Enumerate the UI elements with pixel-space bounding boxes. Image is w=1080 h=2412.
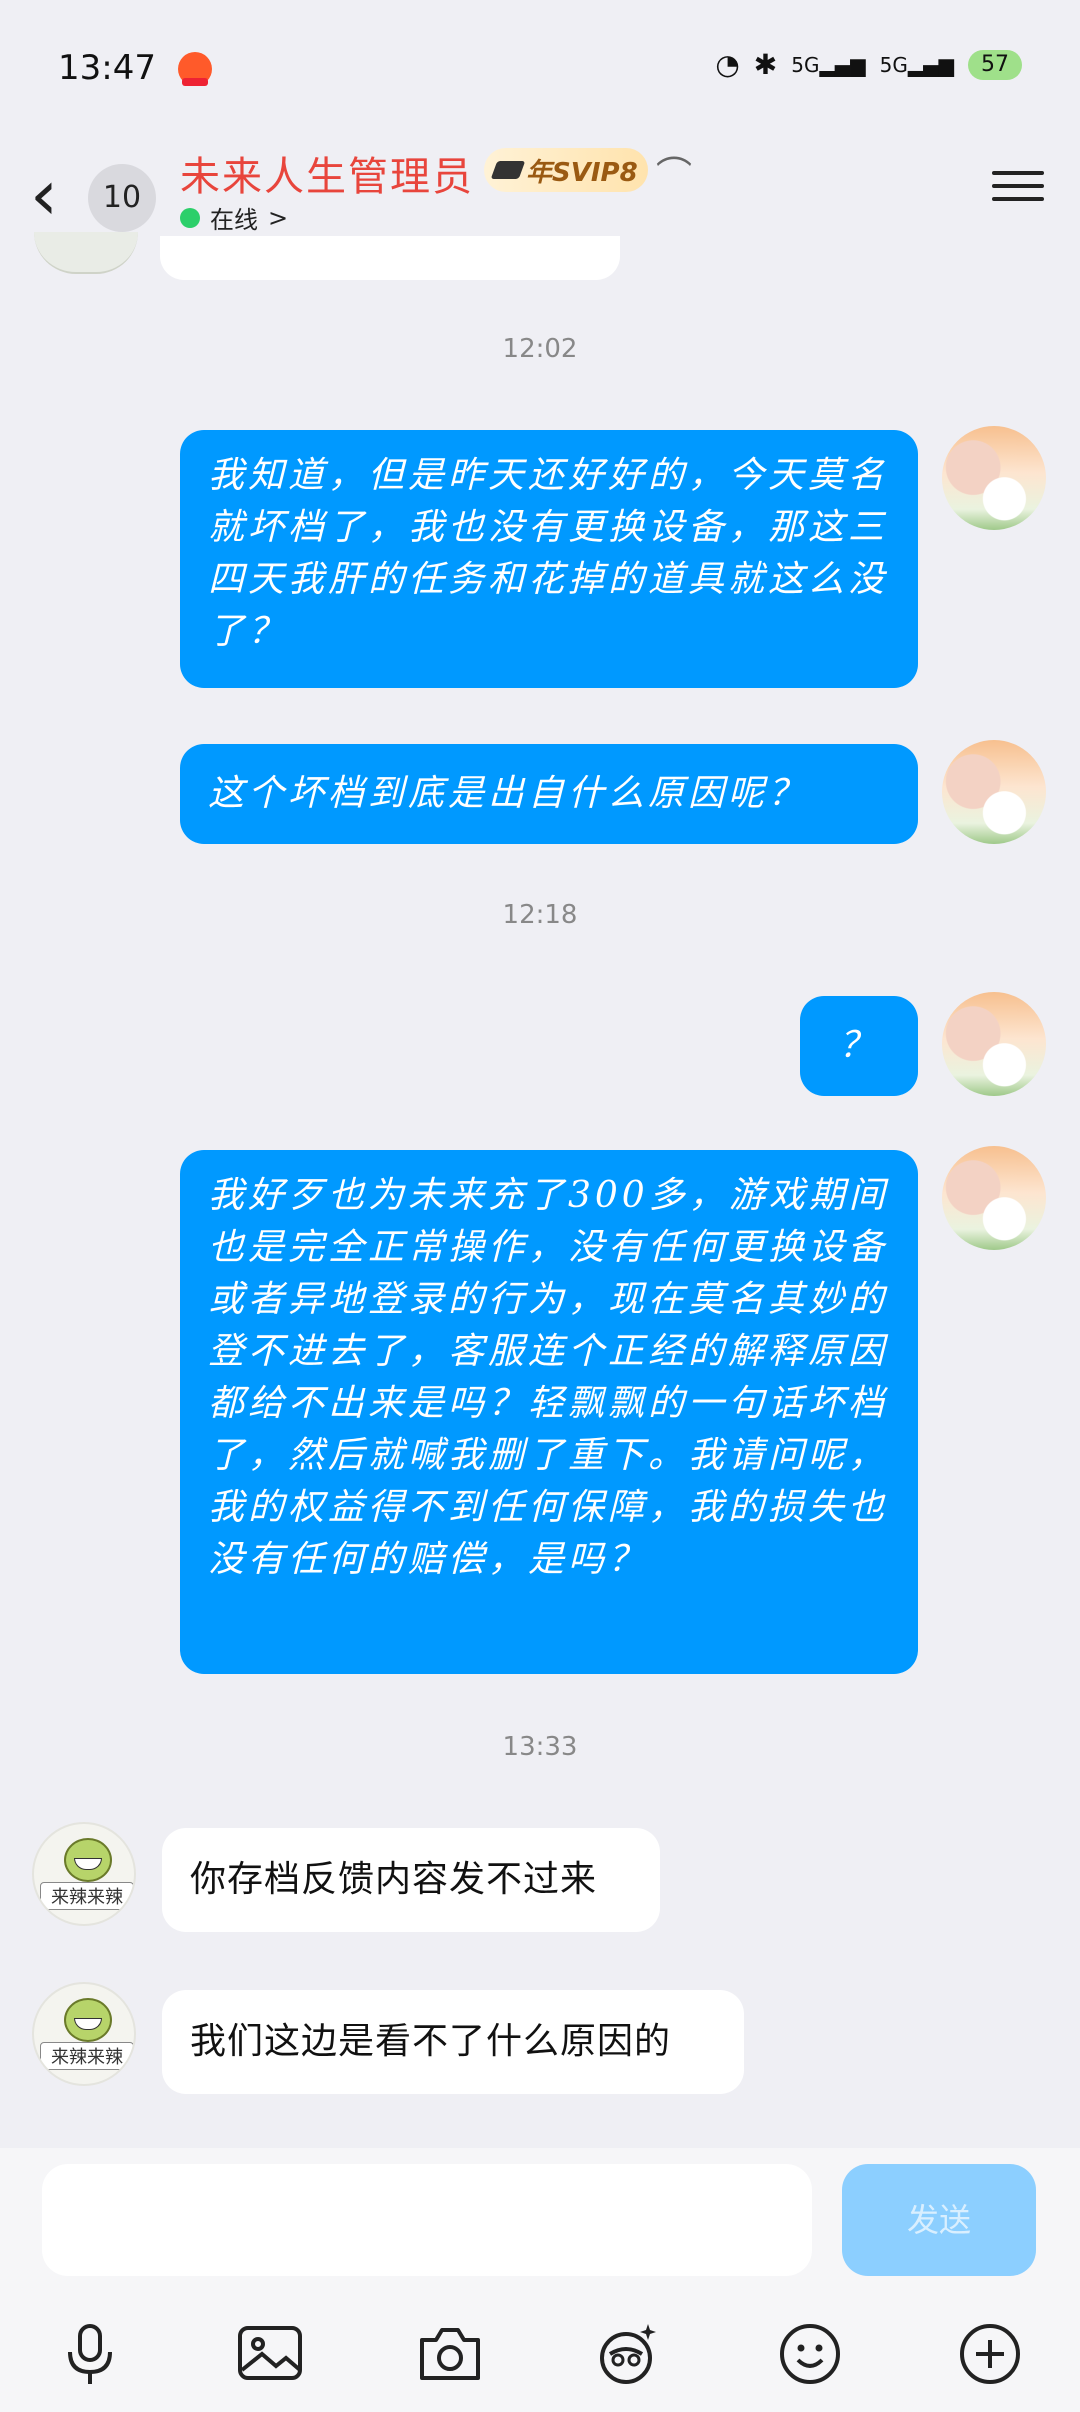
svip-badge[interactable]: 年SVIP8	[484, 148, 648, 192]
chat-title[interactable]: 未来人生管理员	[180, 144, 474, 202]
avatar-face-icon	[64, 1998, 112, 2042]
online-dot-icon	[180, 207, 200, 228]
image-icon[interactable]	[234, 2318, 306, 2390]
emoji-icon[interactable]	[774, 2318, 846, 2390]
signal-icon-2: 5G▂▄▆	[879, 52, 954, 77]
my-avatar[interactable]	[942, 740, 1046, 844]
my-avatar[interactable]	[942, 426, 1046, 530]
avatar-face-icon	[64, 1838, 112, 1882]
signal-icon: 5G▂▄▆	[791, 52, 866, 77]
status-icons: ◔ ✱ 5G▂▄▆ 5G▂▄▆ 57	[715, 48, 1022, 81]
alarm-icon: ◔	[715, 48, 740, 81]
bluetooth-icon: ✱	[753, 48, 778, 81]
timestamp: 12:18	[502, 900, 578, 930]
camera-icon[interactable]	[414, 2318, 486, 2390]
avatar-label: 来辣来辣	[40, 1882, 134, 1910]
incoming-message[interactable]: 我们这边是看不了什么原因的	[162, 1990, 744, 2094]
online-status[interactable]: 在线 >	[180, 200, 288, 235]
svip-label: 年SVIP8	[526, 157, 638, 188]
online-status-label: 在线	[210, 206, 258, 234]
incoming-message[interactable]: 你存档反馈内容发不过来	[162, 1828, 660, 1932]
chevron-right-icon: >	[268, 203, 289, 232]
microphone-icon[interactable]	[54, 2318, 126, 2390]
input-bar: 发送	[0, 2148, 1080, 2412]
toolbar	[0, 2318, 1080, 2398]
status-bar: 13:47 ◔ ✱ 5G▂▄▆ 5G▂▄▆ 57	[0, 0, 1080, 140]
contact-avatar[interactable]: 来辣来辣	[32, 1822, 136, 1926]
outgoing-message[interactable]: 这个坏档到底是出自什么原因呢？	[180, 744, 918, 844]
plus-icon[interactable]	[954, 2318, 1026, 2390]
my-avatar[interactable]	[942, 1146, 1046, 1250]
message-input[interactable]	[42, 2164, 812, 2276]
contact-avatar[interactable]: 来辣来辣	[32, 1982, 136, 2086]
send-button[interactable]: 发送	[842, 2164, 1036, 2276]
battery-icon: 57	[968, 49, 1022, 80]
menu-icon[interactable]	[992, 162, 1044, 214]
my-avatar[interactable]	[942, 992, 1046, 1096]
outgoing-message[interactable]: 我好歹也为未来充了300多，游戏期间也是完全正常操作，没有任何更换设备或者异地登…	[180, 1150, 918, 1674]
unread-count-badge[interactable]: 10	[88, 164, 156, 232]
vip-cap-icon	[490, 161, 526, 179]
timestamp: 13:33	[502, 1732, 578, 1762]
notification-app-icon	[178, 52, 212, 86]
timestamp: 12:02	[502, 334, 578, 364]
avatar-label: 来辣来辣	[40, 2042, 134, 2070]
outgoing-message[interactable]: ？	[800, 996, 918, 1096]
red-packet-icon[interactable]	[592, 2318, 664, 2390]
back-icon[interactable]: ‹	[30, 160, 80, 240]
ear-icon[interactable]: ⌒	[656, 146, 692, 198]
outgoing-message[interactable]: 我知道，但是昨天还好好的，今天莫名就坏档了，我也没有更换设备，那这三四天我肝的任…	[180, 430, 918, 688]
status-time: 13:47	[58, 48, 156, 88]
message-bubble-partial[interactable]	[160, 236, 620, 280]
